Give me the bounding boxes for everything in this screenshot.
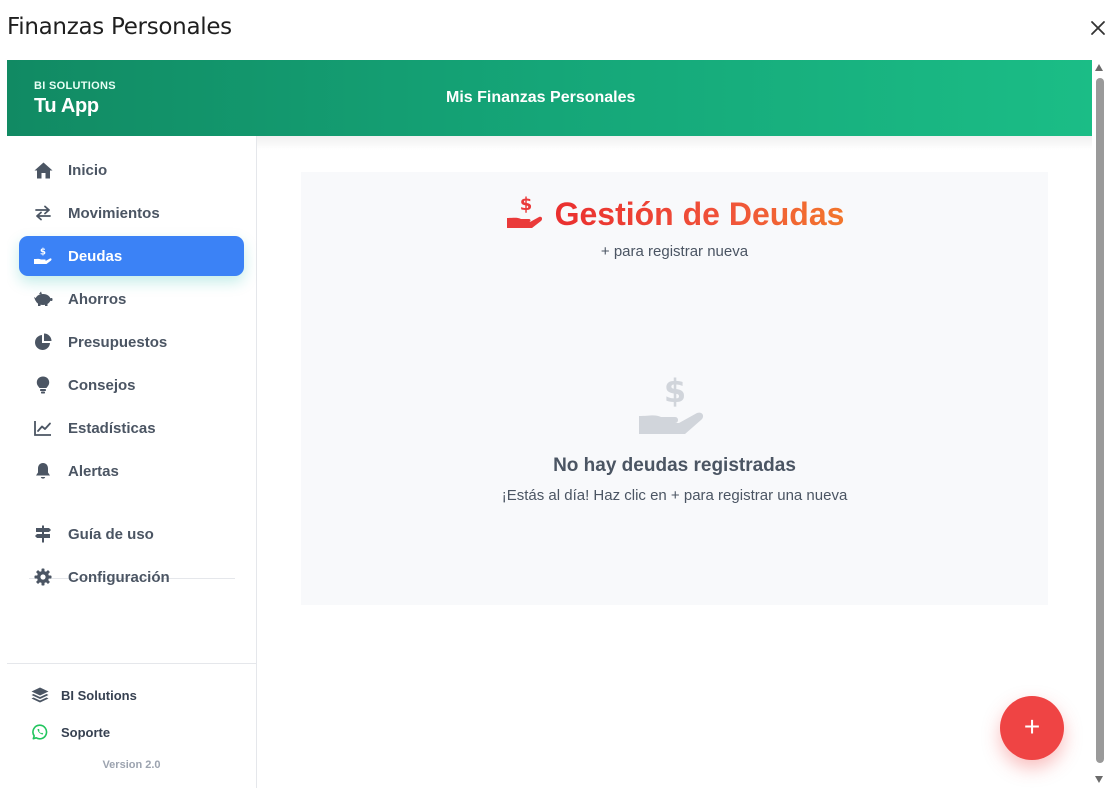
scrollbar-thumb[interactable] <box>1096 78 1104 763</box>
sidebar-item-configuracion[interactable]: Configuración <box>19 557 244 597</box>
sidebar: Inicio Movimientos $ Deudas Ahorros Pres… <box>7 136 257 788</box>
sidebar-item-label: Configuración <box>68 569 170 586</box>
gear-icon <box>33 568 53 586</box>
empty-state-message: ¡Estás al día! Haz clic en + para regist… <box>501 487 848 504</box>
scroll-up-arrow-icon[interactable] <box>1095 64 1103 71</box>
piggy-bank-icon <box>33 290 53 308</box>
empty-state-title: No hay deudas registradas <box>553 455 796 476</box>
lightbulb-icon <box>33 376 53 394</box>
sidebar-item-inicio[interactable]: Inicio <box>19 150 244 190</box>
window-title: Finanzas Personales <box>7 14 232 40</box>
header-title: Mis Finanzas Personales <box>446 89 636 106</box>
app-header: BI SOLUTIONS Tu App Mis Finanzas Persona… <box>7 60 1092 136</box>
svg-text:$: $ <box>40 248 46 258</box>
sidebar-footer: BI Solutions Soporte Version 2.0 <box>7 663 256 788</box>
sidebar-item-label: Inicio <box>68 162 108 179</box>
section-subtitle: + para registrar nueva <box>600 243 749 260</box>
sidebar-item-deudas[interactable]: $ Deudas <box>19 236 244 276</box>
hand-dollar-icon: $ <box>33 247 53 265</box>
close-icon[interactable] <box>1086 16 1110 40</box>
sidebar-item-alertas[interactable]: Alertas <box>19 451 244 491</box>
bi-solutions-label: BI Solutions <box>61 688 137 703</box>
scrollbar[interactable] <box>1092 60 1106 788</box>
sidebar-item-label: Alertas <box>68 463 119 480</box>
home-icon <box>33 161 53 179</box>
hand-dollar-icon: $ <box>637 368 713 436</box>
sidebar-item-guia-de-uso[interactable]: Guía de uso <box>19 514 244 554</box>
hand-dollar-icon: $ <box>505 194 545 230</box>
sidebar-item-consejos[interactable]: Consejos <box>19 365 244 405</box>
sidebar-item-label: Guía de uso <box>68 526 154 543</box>
layers-icon <box>31 686 49 704</box>
window-titlebar: Finanzas Personales <box>0 0 1119 60</box>
header-shadow <box>257 136 1092 150</box>
svg-text:$: $ <box>664 372 686 410</box>
exchange-arrows-icon <box>33 204 53 222</box>
sidebar-item-presupuestos[interactable]: Presupuestos <box>19 322 244 362</box>
app-container: BI SOLUTIONS Tu App Mis Finanzas Persona… <box>7 60 1092 788</box>
add-debt-button[interactable]: + <box>1000 696 1064 760</box>
signpost-icon <box>33 525 53 543</box>
sidebar-item-label: Consejos <box>68 377 136 394</box>
svg-text:$: $ <box>519 194 532 215</box>
main-content: $ Gestión de Deudas + para registrar nue… <box>257 136 1092 788</box>
line-chart-icon <box>33 419 53 437</box>
debts-panel: $ Gestión de Deudas + para registrar nue… <box>301 172 1048 605</box>
brand-company: BI SOLUTIONS <box>34 80 116 92</box>
support-label: Soporte <box>61 725 111 740</box>
pie-chart-icon <box>33 333 53 351</box>
version-text: Version 2.0 <box>102 759 161 771</box>
scroll-down-arrow-icon[interactable] <box>1095 776 1103 783</box>
sidebar-item-label: Ahorros <box>68 291 127 308</box>
section-title: $ Gestión de Deudas <box>301 194 1048 233</box>
sidebar-item-label: Estadísticas <box>68 420 156 437</box>
sidebar-item-label: Movimientos <box>68 205 160 222</box>
sidebar-item-label: Presupuestos <box>68 334 168 351</box>
section-title-text: Gestión de Deudas <box>554 196 845 232</box>
sidebar-item-label: Deudas <box>68 248 123 265</box>
bell-icon <box>33 462 53 480</box>
sidebar-item-estadisticas[interactable]: Estadísticas <box>19 408 244 448</box>
whatsapp-icon <box>31 723 49 741</box>
brand-app-name: Tu App <box>34 95 99 117</box>
sidebar-item-ahorros[interactable]: Ahorros <box>19 279 244 319</box>
sidebar-item-movimientos[interactable]: Movimientos <box>19 193 244 233</box>
